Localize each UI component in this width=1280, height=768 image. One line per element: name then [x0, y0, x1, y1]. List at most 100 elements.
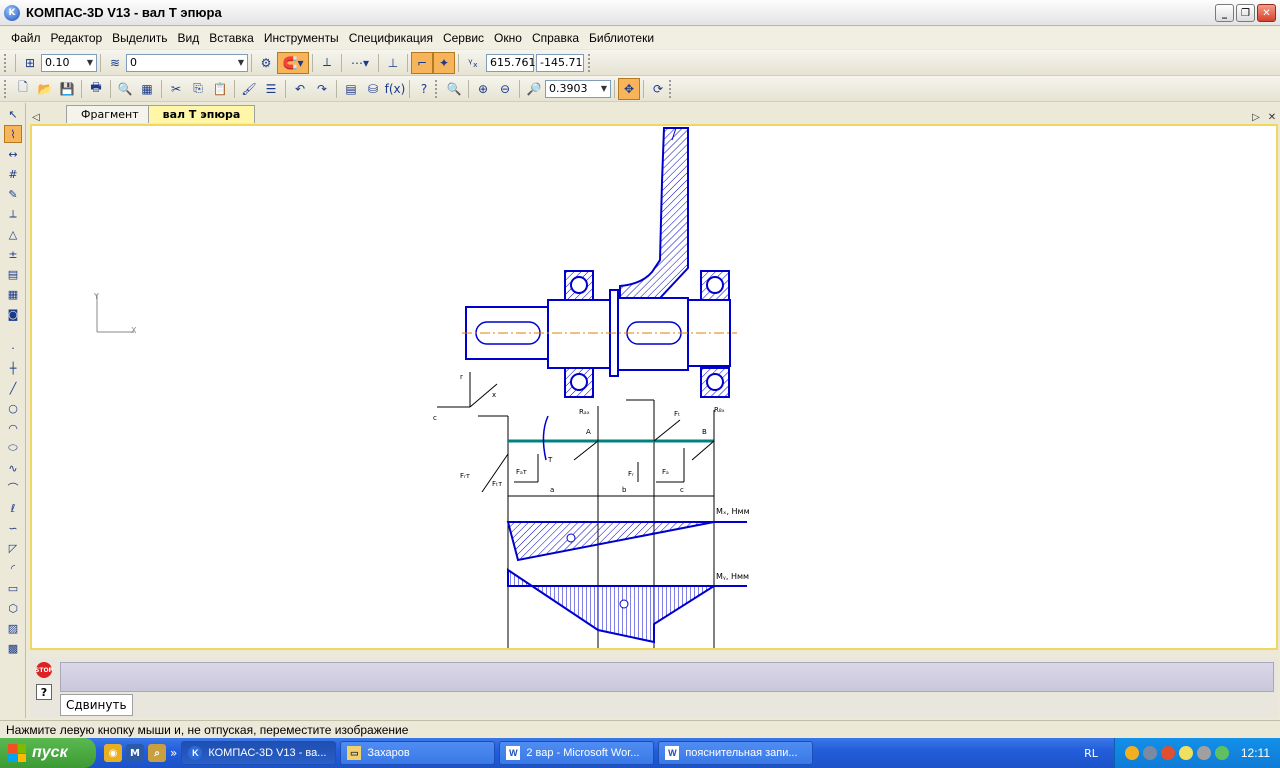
- ortho-mode-button[interactable]: ⌐: [411, 51, 433, 74]
- chrome-icon[interactable]: ◉: [104, 744, 122, 762]
- bezier-tool-icon[interactable]: ∿: [4, 459, 22, 477]
- snap-point-button[interactable]: ✦: [433, 51, 455, 74]
- step-combo[interactable]: 0.10 ▼: [41, 53, 97, 72]
- polygon-tool-icon[interactable]: ⬡: [4, 599, 22, 617]
- menu-view[interactable]: Вид: [173, 31, 205, 45]
- restore-button[interactable]: ❐: [1236, 4, 1255, 22]
- segment-tool-icon[interactable]: ╱: [4, 379, 22, 397]
- parametrize-tool-icon[interactable]: ⟂: [4, 205, 22, 223]
- tree-icon[interactable]: ▤: [340, 78, 362, 100]
- snap-magnet-button[interactable]: 🧲▾: [277, 51, 309, 74]
- point-tool-icon[interactable]: ·: [4, 339, 22, 357]
- properties-icon[interactable]: ⚙: [255, 52, 277, 74]
- task-word-1[interactable]: W 2 вар - Microsoft Wor...: [499, 741, 655, 765]
- polyline-tool-icon[interactable]: ⌒: [4, 479, 22, 497]
- ellipse-tool-icon[interactable]: ⬭: [4, 439, 22, 457]
- hatch-tool-icon[interactable]: ▨: [4, 619, 22, 637]
- axes-icon[interactable]: ⊥: [382, 52, 404, 74]
- tray-icon-2[interactable]: [1142, 746, 1157, 760]
- preview-icon[interactable]: 🔍: [114, 78, 136, 100]
- save-icon[interactable]: 💾: [56, 78, 78, 100]
- zoom-window-icon[interactable]: 🔍: [443, 78, 465, 100]
- menu-file[interactable]: Файл: [6, 31, 46, 45]
- tab-fragment[interactable]: Фрагмент: [66, 105, 154, 123]
- menu-specification[interactable]: Спецификация: [344, 31, 438, 45]
- measure-tool-icon[interactable]: △: [4, 225, 22, 243]
- tab-scroll-right-icon[interactable]: ▷: [1248, 112, 1264, 123]
- refresh-icon[interactable]: ⟳: [647, 78, 669, 100]
- select-mode-icon[interactable]: ±: [4, 245, 22, 263]
- nurbs-tool-icon[interactable]: ∽: [4, 519, 22, 537]
- coord-x-field[interactable]: 615.761: [486, 53, 536, 72]
- tab-scroll-left-icon[interactable]: ◁: [28, 112, 44, 123]
- chamfer-tool-icon[interactable]: ◸: [4, 539, 22, 557]
- format-brush-icon[interactable]: 🖌: [238, 78, 260, 100]
- zoom-in-icon[interactable]: ⊕: [472, 78, 494, 100]
- network-icon[interactable]: [1196, 746, 1211, 760]
- cut-icon[interactable]: ✂: [165, 78, 187, 100]
- arc-tool-icon[interactable]: ◠: [4, 419, 22, 437]
- layer-combo[interactable]: 0 ▼: [126, 53, 248, 72]
- toolbar-grip[interactable]: [669, 79, 673, 98]
- manager-icon[interactable]: ▦: [136, 78, 158, 100]
- menu-libraries[interactable]: Библиотеки: [584, 31, 659, 45]
- tab-close-icon[interactable]: ✕: [1264, 112, 1280, 123]
- tray-icon-1[interactable]: [1124, 746, 1139, 760]
- edit-tool-icon[interactable]: ✎: [4, 185, 22, 203]
- help-pointer-icon[interactable]: ?: [413, 78, 435, 100]
- list-icon[interactable]: ☰: [260, 78, 282, 100]
- menu-window[interactable]: Окно: [489, 31, 527, 45]
- task-word-2[interactable]: W пояснительная запи...: [658, 741, 814, 765]
- grid-step-icon[interactable]: ⊞: [19, 52, 41, 74]
- more-icon[interactable]: »: [170, 746, 177, 760]
- help-icon[interactable]: ?: [36, 684, 52, 700]
- print-icon[interactable]: 🖶: [85, 78, 107, 100]
- symbols-tool-icon[interactable]: #: [4, 165, 22, 183]
- task-kompas[interactable]: K КОМПАС-3D V13 - ва...: [181, 741, 337, 765]
- kompas-quick-icon[interactable]: M: [126, 744, 144, 762]
- undo-icon[interactable]: ↶: [289, 78, 311, 100]
- tab-shaft-diagram[interactable]: вал T эпюра: [147, 105, 256, 123]
- language-indicator[interactable]: RL: [1084, 747, 1098, 760]
- reports-tool-icon[interactable]: ▦: [4, 285, 22, 303]
- dimensions-tool-icon[interactable]: ↔: [4, 145, 22, 163]
- safely-remove-icon[interactable]: [1214, 746, 1229, 760]
- redo-icon[interactable]: ↷: [311, 78, 333, 100]
- spec-tool-icon[interactable]: ▤: [4, 265, 22, 283]
- minimize-button[interactable]: _: [1215, 4, 1234, 22]
- command-field[interactable]: [60, 662, 1274, 692]
- start-button[interactable]: пуск: [0, 738, 96, 768]
- menu-help[interactable]: Справка: [527, 31, 584, 45]
- menu-select[interactable]: Выделить: [107, 31, 172, 45]
- fragment-tool-icon[interactable]: ◙: [4, 305, 22, 323]
- drawing-canvas[interactable]: Y X r x c Rₐₓ A Fₜ R₈ₓ B Fᵣ Fₐ Fᵣт Fₜт F…: [30, 124, 1278, 650]
- menu-insert[interactable]: Вставка: [204, 31, 259, 45]
- close-button[interactable]: ✕: [1257, 4, 1276, 22]
- variables-button[interactable]: f(x): [384, 78, 406, 100]
- library-icon[interactable]: ⛁: [362, 78, 384, 100]
- new-document-icon[interactable]: 🗋: [12, 78, 34, 100]
- tray-icon-4[interactable]: [1178, 746, 1193, 760]
- command-tab-pan[interactable]: Сдвинуть: [60, 694, 133, 716]
- task-folder[interactable]: ▭ Захаров: [340, 741, 496, 765]
- zoom-out-icon[interactable]: ⊖: [494, 78, 516, 100]
- toolbar-grip[interactable]: [4, 53, 8, 72]
- copy-icon[interactable]: ⎘: [187, 78, 209, 100]
- local-cs-icon[interactable]: ⟂: [316, 52, 338, 74]
- open-icon[interactable]: 📂: [34, 78, 56, 100]
- zoom-scale-icon[interactable]: 🔎: [523, 78, 545, 100]
- stop-icon[interactable]: STOP: [35, 662, 53, 678]
- select-tool-icon[interactable]: ↖: [4, 105, 22, 123]
- fillet-tool-icon[interactable]: ◜: [4, 559, 22, 577]
- toolbar-grip[interactable]: [435, 79, 439, 98]
- menu-tools[interactable]: Инструменты: [259, 31, 344, 45]
- paste-icon[interactable]: 📋: [209, 78, 231, 100]
- menu-editor[interactable]: Редактор: [46, 31, 108, 45]
- circle-tool-icon[interactable]: ○: [4, 399, 22, 417]
- menu-service[interactable]: Сервис: [438, 31, 489, 45]
- spline-tool-icon[interactable]: ℓ: [4, 499, 22, 517]
- toolbar-grip[interactable]: [588, 53, 592, 72]
- grid-toggle-button[interactable]: ⋯▾: [345, 52, 375, 74]
- zoom-combo[interactable]: 0.3903 ▼: [545, 79, 611, 98]
- tray-icon-3[interactable]: [1160, 746, 1175, 760]
